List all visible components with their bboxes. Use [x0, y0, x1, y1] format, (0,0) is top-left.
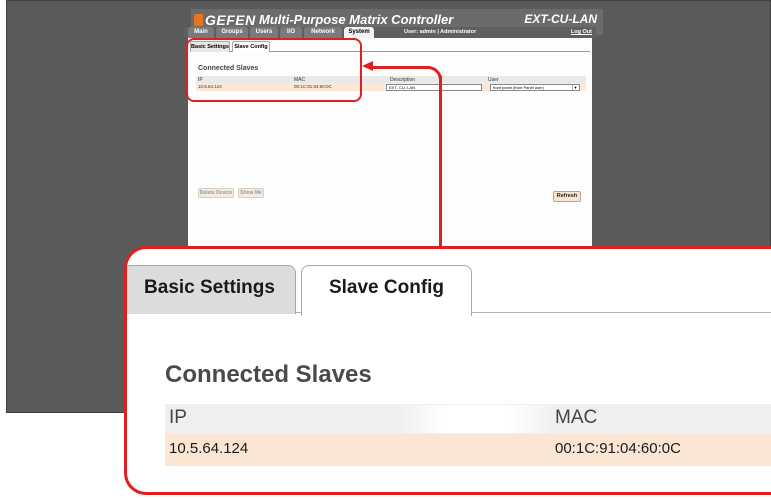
zoom-callout: Basic Settings Slave Config Connected Sl…: [124, 246, 771, 495]
logo-mark-icon: [194, 14, 203, 26]
zoom-row-mac: 00:1C:91:04:60:0C: [555, 440, 681, 457]
zoom-subtab-bar: Basic Settings Slave Config: [127, 263, 771, 316]
tab-groups[interactable]: Groups: [216, 27, 248, 38]
fade-overlay: [397, 405, 557, 433]
zoom-subtab-basic-settings[interactable]: Basic Settings: [127, 265, 296, 314]
main-nav: Main Groups Users I/O Network System Use…: [184, 27, 596, 38]
zoom-subtab-slave-config[interactable]: Slave Config: [301, 265, 472, 316]
tab-main[interactable]: Main: [188, 27, 214, 38]
dropdown-arrow-icon: ▼: [572, 85, 578, 90]
refresh-button[interactable]: Refresh: [553, 191, 581, 202]
device-name: EXT-CU-LAN: [524, 12, 597, 26]
user-select-value: front panel (front Panel user): [493, 85, 544, 90]
delete-device-button[interactable]: Delete Device: [198, 188, 234, 198]
zoom-col-mac: MAC: [555, 407, 598, 428]
user-info: User: admin | Administrator: [404, 29, 477, 35]
tab-users[interactable]: Users: [250, 27, 278, 38]
tab-network[interactable]: Network: [304, 27, 342, 38]
show-me-button[interactable]: Show Me: [238, 188, 264, 198]
zoom-section-title: Connected Slaves: [165, 361, 372, 388]
zoom-table-row[interactable]: 10.5.64.124 00:1C:91:04:60:0C: [165, 434, 771, 466]
connector-line: [370, 66, 442, 92]
user-select[interactable]: front panel (front Panel user) ▼: [490, 84, 580, 91]
arrow-head-icon: [362, 61, 373, 71]
zoom-row-ip: 10.5.64.124: [169, 440, 249, 457]
tab-io[interactable]: I/O: [280, 27, 302, 38]
gefen-logo: GEFEN: [194, 12, 256, 28]
highlight-box: [186, 38, 362, 102]
logo-text: GEFEN: [205, 12, 256, 28]
app-title: Multi-Purpose Matrix Controller: [259, 12, 454, 27]
connector-line-vertical: [439, 76, 442, 248]
logout-link[interactable]: Log Out: [571, 27, 592, 38]
tab-system[interactable]: System: [344, 27, 374, 38]
zoom-col-ip: IP: [169, 407, 187, 428]
